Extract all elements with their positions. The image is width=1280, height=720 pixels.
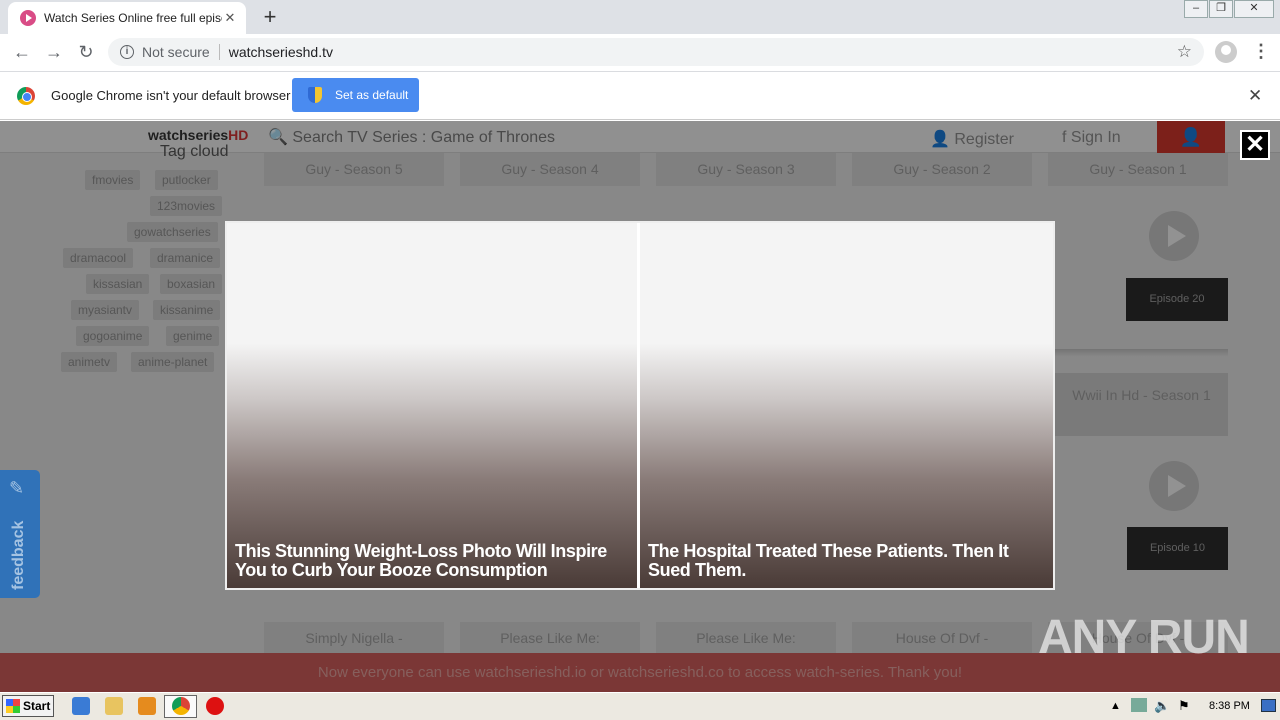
modal-close-button[interactable]: ✕ bbox=[1240, 130, 1270, 160]
close-window-button[interactable]: ✕ bbox=[1234, 0, 1274, 18]
info-icon[interactable]: i bbox=[120, 45, 134, 59]
file-explorer-icon[interactable] bbox=[105, 697, 123, 715]
url-text[interactable]: watchserieshd.tv bbox=[229, 44, 333, 60]
tab-title: Watch Series Online free full episode bbox=[44, 11, 222, 25]
uac-shield-icon bbox=[308, 87, 322, 103]
windows-flag-icon bbox=[6, 699, 20, 713]
ad-modal: This Stunning Weight-Loss Photo Will Ins… bbox=[225, 221, 1055, 590]
network-icon[interactable] bbox=[1131, 698, 1147, 712]
pencil-icon: ✎ bbox=[9, 478, 25, 498]
back-arrow-icon[interactable]: ← bbox=[10, 41, 34, 65]
site-favicon-icon bbox=[20, 10, 36, 26]
tab-close-icon[interactable]: ✕ bbox=[222, 10, 238, 26]
security-label: Not secure bbox=[142, 44, 210, 60]
ad-story-caption: This Stunning Weight-Loss Photo Will Ins… bbox=[235, 541, 607, 580]
minimize-button[interactable]: – bbox=[1184, 0, 1208, 18]
set-as-default-label: Set as default bbox=[335, 88, 409, 102]
browser-tab[interactable]: Watch Series Online free full episode ✕ bbox=[8, 2, 246, 34]
infobar-message: Google Chrome isn't your default browser bbox=[51, 88, 291, 103]
address-bar[interactable]: i Not secure watchserieshd.tv ☆ bbox=[108, 38, 1204, 66]
action-center-flag-icon[interactable]: ⚑ bbox=[1178, 698, 1190, 714]
chrome-icon bbox=[172, 697, 190, 715]
ad-story-card[interactable]: The Hospital Treated These Patients. The… bbox=[640, 223, 1053, 588]
bookmark-star-icon[interactable]: ☆ bbox=[1177, 42, 1192, 62]
internet-explorer-icon[interactable] bbox=[72, 697, 90, 715]
feedback-tab[interactable]: ✎ feedback bbox=[0, 470, 40, 598]
start-label: Start bbox=[23, 699, 51, 713]
start-button[interactable]: Start bbox=[2, 695, 54, 717]
new-tab-button[interactable]: + bbox=[258, 6, 282, 30]
feedback-label: feedback bbox=[10, 520, 27, 590]
taskbar-clock[interactable]: 8:38 PM bbox=[1209, 700, 1250, 712]
reload-icon[interactable]: ↻ bbox=[74, 41, 98, 65]
volume-icon[interactable]: 🔈 bbox=[1154, 698, 1170, 714]
forward-arrow-icon[interactable]: → bbox=[42, 41, 66, 65]
url-separator bbox=[218, 44, 220, 60]
restore-button[interactable]: ❐ bbox=[1209, 0, 1233, 18]
profile-avatar-icon[interactable] bbox=[1215, 41, 1237, 63]
anyrun-watermark: ANY RUN bbox=[1038, 611, 1250, 664]
ad-story-caption: The Hospital Treated These Patients. The… bbox=[648, 541, 1009, 580]
security-app-icon[interactable] bbox=[206, 697, 224, 715]
media-player-icon[interactable] bbox=[138, 697, 156, 715]
infobar-close-icon[interactable]: ✕ bbox=[1248, 86, 1262, 106]
tray-expand-icon[interactable]: ▲ bbox=[1110, 700, 1121, 712]
ad-story-card[interactable]: This Stunning Weight-Loss Photo Will Ins… bbox=[227, 223, 637, 588]
show-desktop-icon[interactable] bbox=[1261, 699, 1276, 712]
set-as-default-button[interactable]: Set as default bbox=[292, 78, 419, 112]
kebab-menu-icon[interactable]: ⋮ bbox=[1252, 41, 1270, 63]
chrome-logo-icon bbox=[17, 87, 35, 105]
